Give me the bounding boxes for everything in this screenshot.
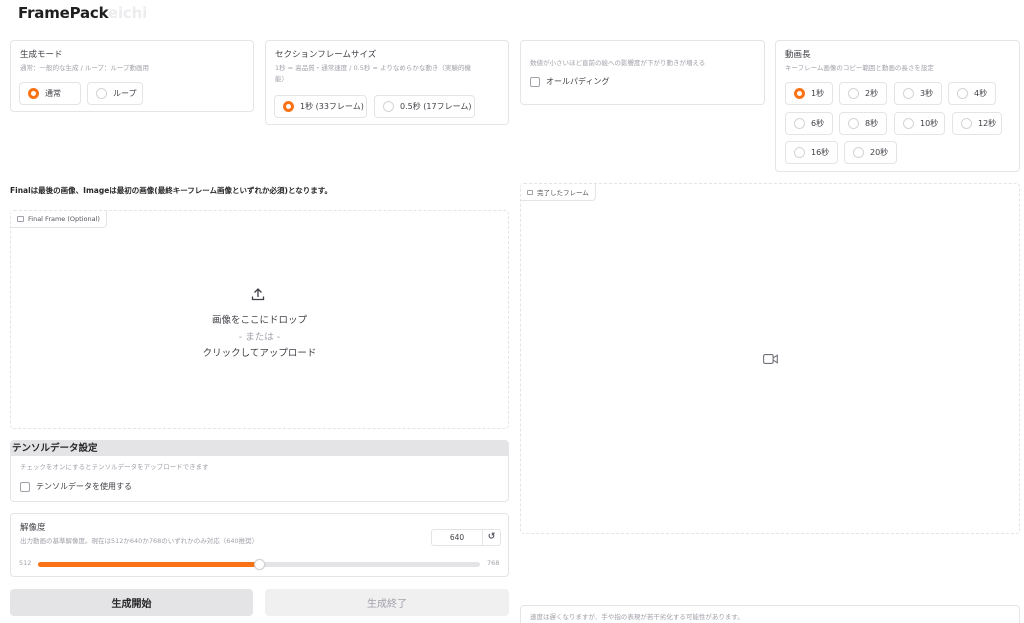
padding-info: 数値が小さいほど直前の絵への影響度が下がり動きが増える — [530, 59, 706, 67]
video-length-option-16s[interactable]: 16秒 — [785, 141, 838, 164]
completed-frame-panel: 完了したフレーム — [520, 183, 1020, 534]
radio-unchecked-icon — [957, 88, 968, 99]
tensor-settings-header: テンソルデータ設定 — [11, 441, 508, 456]
option-label: 通常 — [45, 89, 61, 98]
final-frame-upload[interactable]: Final Frame (Optional) 画像をここにドロップ - または … — [10, 210, 509, 429]
video-length-option-12s[interactable]: 12秒 — [952, 112, 1002, 135]
option-label: 16秒 — [811, 148, 830, 157]
radio-unchecked-icon — [903, 118, 914, 129]
option-label: 3秒 — [920, 89, 934, 98]
radio-unchecked-icon — [96, 88, 107, 99]
image-icon — [17, 216, 24, 222]
section-frame-size-option-1s[interactable]: 1秒 (33フレーム) — [274, 95, 367, 118]
click-upload-text: クリックしてアップロード — [202, 348, 317, 359]
padding-panel: 数値が小さいほど直前の絵への影響度が下がり動きが増える オールパディング — [520, 40, 765, 105]
upload-icon — [251, 287, 265, 304]
video-length-option-6s[interactable]: 6秒 — [785, 112, 833, 135]
video-length-option-10s[interactable]: 10秒 — [894, 112, 945, 135]
final-frame-label: Final Frame (Optional) — [28, 215, 100, 223]
resolution-panel: 解像度 出力動画の基準解像度。現在は512か640か768のいずれかのみ対応（6… — [10, 513, 509, 577]
option-label: 20秒 — [870, 148, 889, 157]
resolution-slider-fill — [38, 562, 259, 567]
generation-mode-label: 生成モード — [20, 50, 63, 60]
radio-unchecked-icon — [794, 118, 805, 129]
video-length-info: キーフレーム画像のコピー範囲と動画の長さを設定 — [785, 64, 934, 72]
tensor-settings-panel: テンソルデータ設定 チェックをオンにするとテンソルデータをアップロードできます … — [10, 440, 509, 502]
reset-icon[interactable]: ↺ — [483, 529, 501, 546]
video-placeholder-icon — [763, 354, 778, 367]
completed-frame-tag: 完了したフレーム — [521, 184, 596, 201]
section-frame-size-info: 1秒 = 高品質・通常速度 / 0.5秒 = よりなめらかな動き（実験的機 能） — [275, 63, 471, 85]
bottom-note: 速度は遅くなりますが、手や指の表現が若干劣化する可能性があります。 — [530, 613, 744, 621]
radio-unchecked-icon — [383, 101, 394, 112]
final-frame-tag: Final Frame (Optional) — [11, 211, 107, 228]
or-text: - または - — [238, 332, 281, 343]
section-frame-size-panel: セクションフレームサイズ 1秒 = 高品質・通常速度 / 0.5秒 = よりなめ… — [265, 40, 509, 125]
option-label: 8秒 — [865, 119, 879, 128]
generation-mode-option-normal[interactable]: 通常 — [19, 82, 81, 105]
video-length-option-20s[interactable]: 20秒 — [844, 141, 897, 164]
video-length-panel: 動画長 キーフレーム画像のコピー範囲と動画の長さを設定 1秒 2秒 3秒 4秒 … — [775, 40, 1020, 172]
start-generation-button[interactable]: 生成開始 — [10, 589, 253, 616]
resolution-info: 出力動画の基準解像度。現在は512か640か768のいずれかのみ対応（640推奨… — [20, 537, 259, 545]
use-tensor-label: テンソルデータを使用する — [36, 482, 132, 491]
option-label: ループ — [113, 89, 137, 98]
section-frame-size-option-05s[interactable]: 0.5秒 (17フレーム) — [374, 95, 475, 118]
video-icon — [527, 189, 533, 195]
info-line-2: 能） — [275, 75, 288, 83]
option-label: 0.5秒 (17フレーム) — [400, 102, 472, 111]
option-label: 10秒 — [920, 119, 939, 128]
video-length-option-1s[interactable]: 1秒 — [785, 82, 833, 105]
radio-checked-icon — [794, 88, 805, 99]
info-line-1: 1秒 = 高品質・通常速度 / 0.5秒 = よりなめらかな動き（実験的機 — [275, 64, 471, 72]
all-padding-label: オールパディング — [546, 77, 610, 86]
completed-frame-label: 完了したフレーム — [537, 189, 589, 197]
video-length-label: 動画長 — [785, 50, 811, 60]
resolution-number-input[interactable]: 640 — [431, 529, 483, 546]
app-title: FramePackeichi — [18, 4, 147, 22]
radio-unchecked-icon — [853, 147, 864, 158]
option-label: 12秒 — [978, 119, 997, 128]
radio-unchecked-icon — [848, 118, 859, 129]
video-length-option-4s[interactable]: 4秒 — [948, 82, 996, 105]
radio-unchecked-icon — [903, 88, 914, 99]
generation-mode-info: 通常：一般的な生成 / ループ：ループ動画用 — [20, 64, 150, 72]
slider-max-label: 768 — [487, 559, 500, 567]
option-label: 4秒 — [974, 89, 988, 98]
option-label: 1秒 (33フレーム) — [300, 102, 364, 111]
generation-mode-option-loop[interactable]: ループ — [87, 82, 143, 105]
option-label: 6秒 — [811, 119, 825, 128]
radio-unchecked-icon — [961, 118, 972, 129]
drop-text: 画像をここにドロップ — [211, 315, 307, 326]
generation-mode-panel: 生成モード 通常：一般的な生成 / ループ：ループ動画用 通常 ループ — [10, 40, 254, 112]
resolution-label: 解像度 — [20, 523, 46, 533]
radio-unchecked-icon — [848, 88, 859, 99]
radio-checked-icon — [28, 88, 39, 99]
slider-min-label: 512 — [19, 559, 32, 567]
resolution-slider-track[interactable] — [38, 559, 480, 570]
all-padding-checkbox[interactable]: オールパディング — [530, 76, 609, 87]
section-frame-size-label: セクションフレームサイズ — [275, 50, 377, 60]
radio-checked-icon — [283, 101, 294, 112]
video-length-option-8s[interactable]: 8秒 — [839, 112, 887, 135]
option-label: 2秒 — [865, 89, 879, 98]
video-length-option-3s[interactable]: 3秒 — [894, 82, 942, 105]
stop-generation-button[interactable]: 生成終了 — [265, 589, 509, 616]
option-label: 1秒 — [811, 89, 825, 98]
resolution-slider-thumb[interactable] — [254, 559, 265, 570]
radio-unchecked-icon — [794, 147, 805, 158]
checkbox-icon — [20, 481, 30, 492]
bottom-note-panel: 速度は遅くなりますが、手や指の表現が若干劣化する可能性があります。 — [520, 605, 1020, 623]
video-length-option-2s[interactable]: 2秒 — [839, 82, 887, 105]
tensor-info: チェックをオンにするとテンソルデータをアップロードできます — [20, 463, 209, 471]
final-frame-note: Finalは最後の画像、Imageは最初の画像(最終キーフレーム画像といずれか必… — [10, 186, 332, 195]
checkbox-icon — [530, 76, 540, 87]
use-tensor-checkbox[interactable]: テンソルデータを使用する — [20, 481, 132, 492]
app-title-main: FramePack — [18, 4, 108, 22]
app-title-suffix: eichi — [108, 4, 148, 22]
